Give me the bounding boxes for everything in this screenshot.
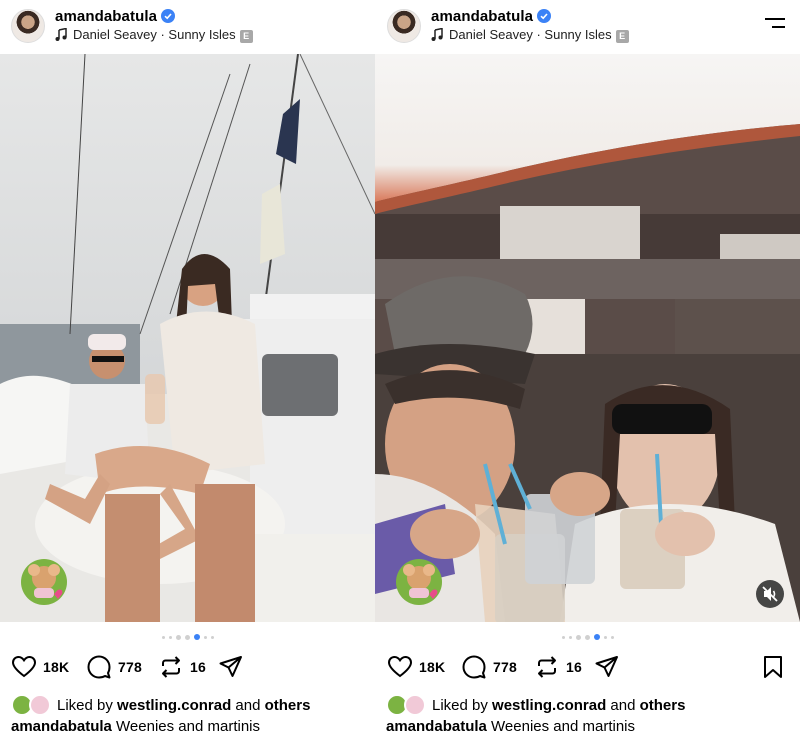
carousel-dots <box>0 634 375 642</box>
music-note-icon <box>431 28 443 41</box>
mute-icon <box>762 586 778 602</box>
comment-count: 778 <box>493 659 517 675</box>
caption: amandabatula Weenies and martinis <box>11 718 375 735</box>
caption-user[interactable]: amandabatula <box>11 718 112 735</box>
sticker-avatar-icon <box>21 559 67 605</box>
liked-by-user[interactable]: westling.conrad <box>492 697 606 714</box>
post-header: amandabatula Daniel Seavey · Sunny Isles… <box>0 0 375 54</box>
repost-icon <box>162 656 180 678</box>
carousel-dot <box>168 635 172 639</box>
post-photo[interactable] <box>375 54 800 622</box>
post-header: amandabatula Daniel Seavey · Sunny Isles… <box>375 0 800 54</box>
comment-button[interactable]: 778 <box>86 652 142 682</box>
carousel-dot <box>575 634 581 640</box>
liked-by-others[interactable]: others <box>265 697 311 714</box>
explicit-badge: E <box>239 30 253 43</box>
liked-by[interactable]: Liked by westling.conrad and others <box>386 694 800 716</box>
heart-icon <box>11 655 37 678</box>
music-info[interactable]: Daniel Seavey · Sunny Isles E <box>431 27 629 43</box>
liked-by-user[interactable]: westling.conrad <box>117 697 231 714</box>
liked-by-prefix: Liked by <box>57 696 113 714</box>
carousel-dot <box>210 635 214 639</box>
post-photo[interactable] <box>0 54 375 622</box>
comment-icon <box>87 655 111 679</box>
share-icon <box>219 656 242 677</box>
explicit-badge: E <box>615 30 629 43</box>
repost-count: 16 <box>190 659 206 675</box>
carousel-dot <box>584 634 590 640</box>
repost-button[interactable]: 16 <box>534 652 582 682</box>
caption-text: Weenies and martinis <box>116 718 261 735</box>
repost-button[interactable]: 16 <box>158 652 206 682</box>
music-separator: · <box>160 27 165 42</box>
carousel-dot <box>603 635 607 639</box>
verified-badge-icon <box>161 9 176 23</box>
caption-user[interactable]: amandabatula <box>386 718 487 735</box>
avatar[interactable] <box>11 9 45 43</box>
post-right: amandabatula Daniel Seavey · Sunny Isles… <box>375 0 800 740</box>
like-count: 18K <box>419 659 446 675</box>
carousel-dot-active <box>193 634 200 640</box>
username[interactable]: amandabatula <box>431 8 552 25</box>
carousel-dot <box>175 634 181 640</box>
music-separator: · <box>536 27 541 42</box>
liked-by-prefix: Liked by <box>432 696 488 714</box>
username-text[interactable]: amandabatula <box>431 8 533 25</box>
comment-icon <box>462 655 486 679</box>
carousel-dot <box>161 635 165 639</box>
sticker-avatar-icon <box>396 559 442 605</box>
post-left: amandabatula Daniel Seavey · Sunny Isles… <box>0 0 375 740</box>
carousel-dot <box>184 634 190 640</box>
share-button[interactable] <box>218 652 244 682</box>
liked-by[interactable]: Liked by westling.conrad and others <box>11 694 375 716</box>
share-icon <box>595 656 618 677</box>
repost-count: 16 <box>566 659 582 675</box>
carousel-dot-active <box>593 634 600 640</box>
carousel-dot <box>561 635 565 639</box>
mute-button[interactable] <box>756 580 784 608</box>
comment-button[interactable]: 778 <box>461 652 517 682</box>
verified-badge-icon <box>537 9 552 23</box>
like-count: 18K <box>43 659 70 675</box>
music-track: Sunny Isles <box>168 27 236 42</box>
avatar[interactable] <box>387 9 421 43</box>
action-bar: 18K 778 16 <box>0 652 375 682</box>
music-artist: Daniel Seavey <box>73 27 157 42</box>
liker-avatar <box>404 694 426 716</box>
share-button[interactable] <box>594 652 620 682</box>
comment-count: 778 <box>118 659 142 675</box>
liked-by-and: and <box>235 696 261 714</box>
like-button[interactable]: 18K <box>11 652 69 682</box>
liked-by-others[interactable]: others <box>640 697 686 714</box>
caption: amandabatula Weenies and martinis <box>386 718 800 735</box>
username-text[interactable]: amandabatula <box>55 8 157 25</box>
carousel-dot <box>203 635 207 639</box>
repost-icon <box>538 656 556 678</box>
heart-icon <box>387 655 413 678</box>
carousel-dot <box>610 635 614 639</box>
carousel-dots <box>375 634 800 642</box>
music-note-icon <box>55 28 67 41</box>
music-artist: Daniel Seavey <box>449 27 533 42</box>
carousel-dot <box>568 635 572 639</box>
caption-text: Weenies and martinis <box>491 718 636 735</box>
liked-by-and: and <box>610 696 636 714</box>
bookmark-icon[interactable] <box>762 655 784 679</box>
menu-icon[interactable] <box>764 14 786 32</box>
username[interactable]: amandabatula <box>55 8 176 25</box>
music-track: Sunny Isles <box>544 27 612 42</box>
sailboat-photo <box>0 54 375 622</box>
like-button[interactable]: 18K <box>387 652 445 682</box>
liker-avatar <box>29 694 51 716</box>
music-info[interactable]: Daniel Seavey · Sunny Isles E <box>55 27 253 43</box>
drinks-photo <box>375 54 800 622</box>
action-bar: 18K 778 16 <box>375 652 800 682</box>
